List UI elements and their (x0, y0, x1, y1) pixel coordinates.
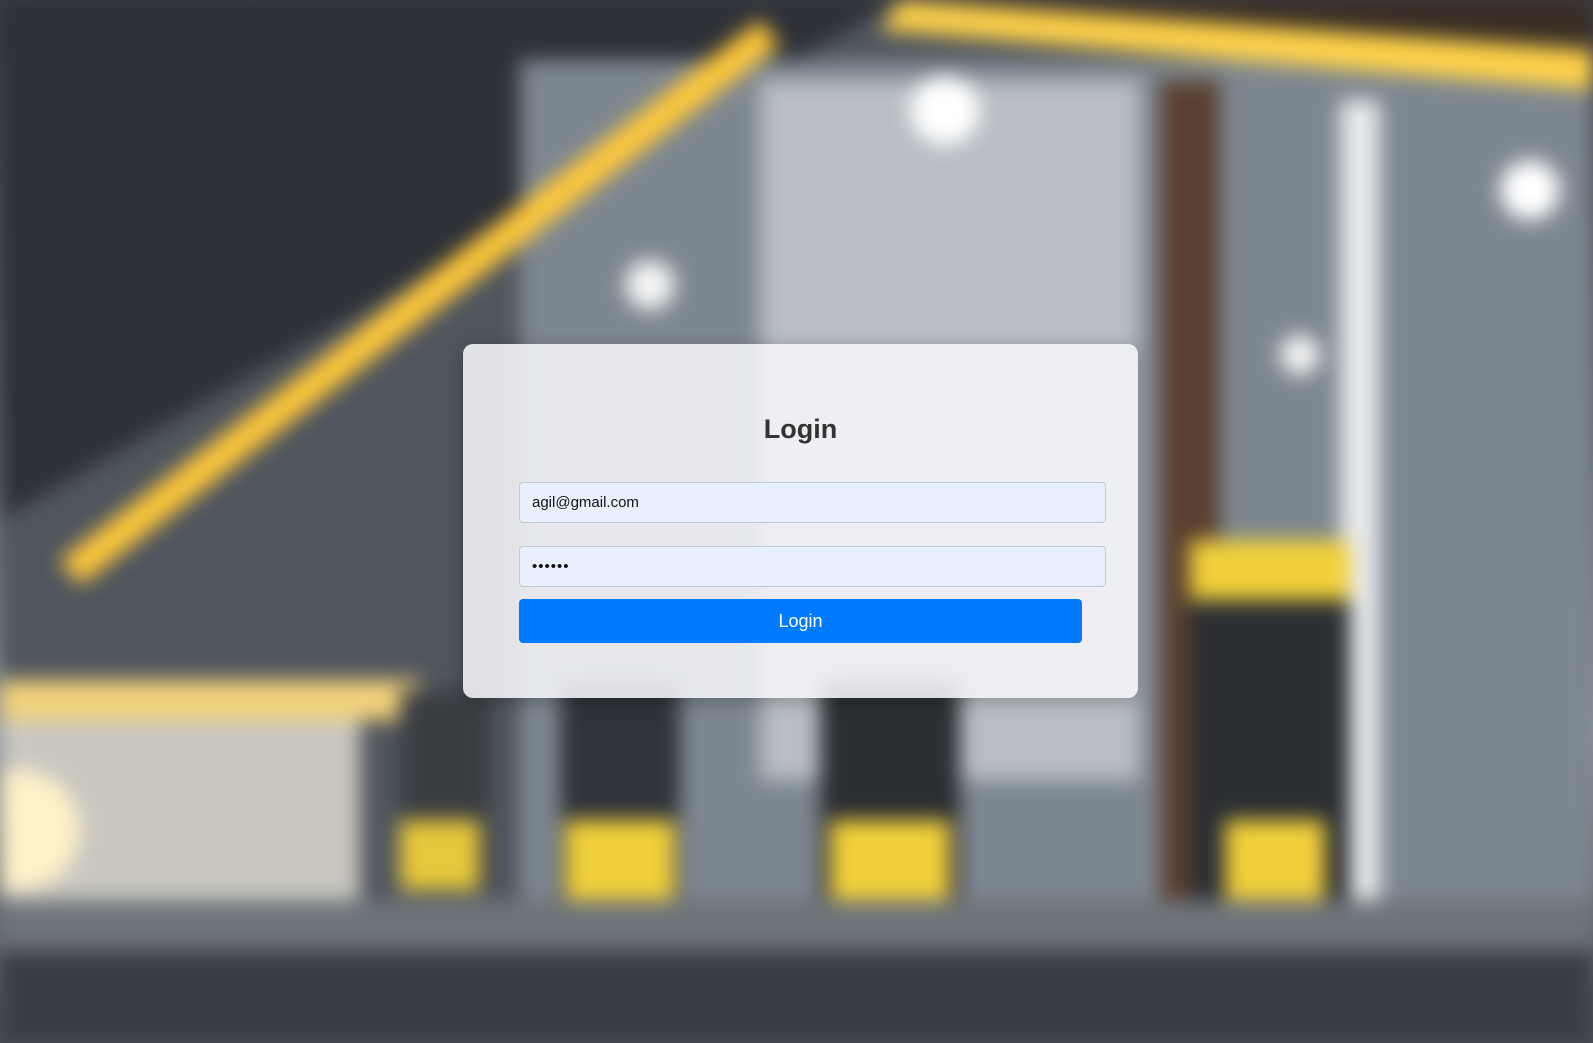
login-card: Login agil@gmail.com •••••• Login (463, 344, 1138, 698)
login-title: Login (763, 414, 838, 444)
email-input[interactable]: agil@gmail.com (519, 482, 1106, 523)
password-input[interactable]: •••••• (519, 546, 1106, 587)
login-button[interactable]: Login (519, 599, 1082, 643)
